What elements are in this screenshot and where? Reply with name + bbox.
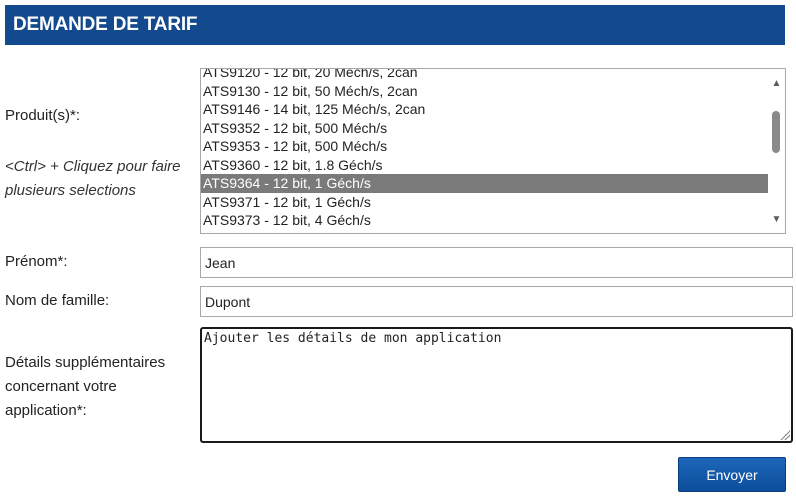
scrollbar-thumb[interactable] [772,111,780,153]
firstname-label: Prénom*: [5,253,68,270]
product-option[interactable]: ATS9352 - 12 bit, 500 Méch/s [201,119,769,138]
products-options: ATS9120 - 12 bit, 20 Méch/s, 2can ATS9130… [201,69,769,230]
lastname-label: Nom de famille: [5,292,110,309]
product-option[interactable]: ATS9373 - 12 bit, 4 Géch/s [201,211,769,230]
products-listbox[interactable]: ATS9120 - 12 bit, 20 Méch/s, 2can ATS9130… [200,68,786,234]
page-title: DEMANDE DE TARIF [13,14,198,35]
product-option[interactable]: ATS9130 - 12 bit, 50 Méch/s, 2can [201,82,769,101]
product-option[interactable]: ATS9353 - 12 bit, 500 Méch/s [201,137,769,156]
firstname-field[interactable] [200,247,793,278]
product-option[interactable]: ATS9360 - 12 bit, 1.8 Géch/s [201,156,769,175]
products-label: Produit(s)*: [5,107,81,124]
page-header: DEMANDE DE TARIF [5,5,785,45]
resize-grip-icon[interactable] [780,430,790,440]
triangle-down-icon[interactable]: ▼ [768,213,785,227]
products-hint: <Ctrl> + Cliquez pour faire plusieurs se… [5,158,181,199]
submit-button[interactable]: Envoyer [678,457,786,492]
product-option[interactable]: ATS9364 - 12 bit, 1 Géch/s [201,174,769,193]
product-option[interactable]: ATS9371 - 12 bit, 1 Géch/s [201,193,769,212]
product-option[interactable]: ATS9146 - 14 bit, 125 Méch/s, 2can [201,100,769,119]
product-option[interactable]: ATS9120 - 12 bit, 20 Méch/s, 2can [201,69,769,82]
triangle-up-icon[interactable]: ▲ [768,77,785,91]
details-label: Détails supplémentaires concernant votre… [5,354,166,419]
lastname-field[interactable] [200,286,793,317]
details-textarea[interactable]: Ajouter les détails de mon application [200,327,793,443]
listbox-scrollbar[interactable]: ▲ ▼ [768,69,785,233]
